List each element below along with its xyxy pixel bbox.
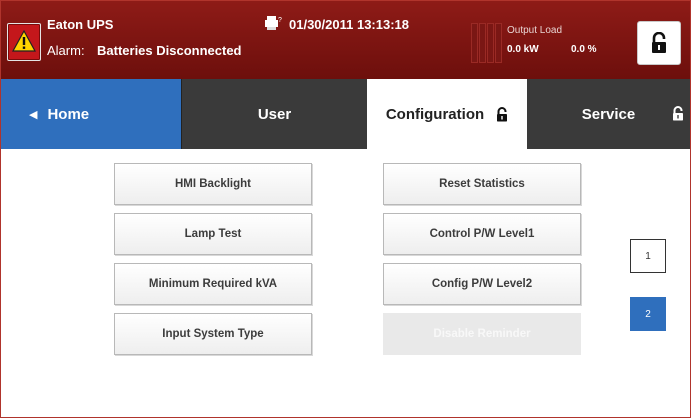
tab-user-label: User	[257, 105, 292, 123]
tab-bar: ◀ Home User Configuration Service	[1, 79, 690, 149]
lock-icon	[652, 32, 666, 53]
tab-service[interactable]: Service	[527, 79, 690, 149]
svg-text:?: ?	[278, 17, 282, 24]
alarm-button[interactable]	[7, 23, 41, 61]
page-2-button[interactable]: 2	[630, 297, 666, 331]
minimum-required-kva-button[interactable]: Minimum Required kVA	[114, 263, 312, 305]
output-percent: 0.0 %	[571, 44, 597, 55]
tab-service-label: Service	[581, 105, 636, 123]
hmi-backlight-button[interactable]: HMI Backlight	[114, 163, 312, 205]
header-bar: Eaton UPS Alarm: Batteries Disconnected …	[1, 1, 690, 79]
back-arrow-icon: ◀	[29, 108, 38, 121]
disable-reminder-button: Disable Reminder	[383, 313, 581, 355]
tab-user[interactable]: User	[181, 79, 367, 149]
warning-icon	[12, 30, 36, 52]
lamp-test-button[interactable]: Lamp Test	[114, 213, 312, 255]
system-name: Eaton UPS	[47, 17, 114, 32]
output-load-label: Output Load	[507, 25, 563, 36]
load-bars-icon	[471, 23, 502, 63]
lock-button[interactable]	[637, 21, 681, 65]
control-pw-level1-button[interactable]: Control P/W Level1	[383, 213, 581, 255]
alarm-message: Batteries Disconnected	[97, 43, 242, 58]
datetime: 01/30/2011 13:13:18	[289, 17, 409, 32]
alarm-label: Alarm:	[47, 43, 85, 58]
lock-icon	[497, 106, 508, 121]
tab-configuration-label: Configuration	[385, 105, 485, 123]
tab-home-label: Home	[47, 105, 90, 123]
lock-icon	[673, 106, 683, 121]
config-pw-level2-button[interactable]: Config P/W Level2	[383, 263, 581, 305]
printer-icon[interactable]: ?	[263, 15, 285, 36]
tab-home[interactable]: ◀ Home	[1, 79, 181, 149]
page-1-button[interactable]: 1	[630, 239, 666, 273]
input-system-type-button[interactable]: Input System Type	[114, 313, 312, 355]
tab-configuration[interactable]: Configuration	[367, 79, 527, 149]
reset-statistics-button[interactable]: Reset Statistics	[383, 163, 581, 205]
ups-screen: Eaton UPS Alarm: Batteries Disconnected …	[0, 0, 691, 418]
output-kw: 0.0 kW	[507, 44, 539, 55]
